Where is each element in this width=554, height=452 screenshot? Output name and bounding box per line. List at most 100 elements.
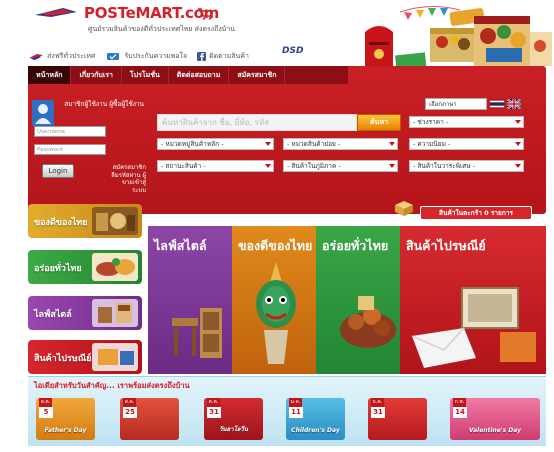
chevron-down-icon [265, 164, 271, 168]
panel-thai-food[interactable]: อร่อยทั่วไทย [316, 226, 400, 374]
promo-day: 5 [39, 407, 53, 418]
post-logo-icon [35, 8, 77, 17]
nav-tab-home[interactable]: หน้าหลัก [28, 66, 72, 84]
product-status-dropdown[interactable]: - สถานะสินค้า - [157, 160, 274, 172]
panel-postal-goods[interactable]: สินค้าไปรษณีย์ [400, 226, 546, 374]
panel-title: ไลฟ์สไตล์ [154, 238, 207, 253]
promo-card-childrens-day[interactable]: ม.ค. 11 Children's Day [286, 398, 345, 440]
promo-day: 14 [453, 407, 467, 418]
panel-title: ของดีของไทย [238, 238, 313, 253]
price-range-dropdown[interactable]: - ช่วงราคา - [409, 116, 524, 128]
nav-tab-register[interactable]: สมัครสมาชิก [229, 66, 286, 84]
language-selector: เลือกภาษา [425, 98, 521, 110]
postal-goods-illustration [411, 287, 536, 368]
quicklink-free-shipping[interactable]: ส่งฟรีทั่วประเทศ [28, 51, 95, 62]
thai-goods-thumbnail [92, 207, 138, 235]
panel-title: อร่อยทั่วไทย [322, 238, 389, 253]
tagline: ศูนย์รวมสินค้าของดีทั่วประเทศไทย ส่งตรงถ… [88, 25, 235, 33]
side-category-postal-goods[interactable]: สินค้าไปรษณีย์ [28, 340, 142, 374]
site-header: POSTeMART.com ศูนย์รวมสินค้าของดีทั่วประ… [0, 0, 554, 77]
search-input[interactable]: ค้นหาสินค้าจาก ชื่อ, ยี่ห้อ, รหัส [157, 114, 357, 131]
nav-tab-about[interactable]: เกี่ยวกับเรา [71, 66, 122, 84]
shield-icon [107, 52, 120, 60]
special-occasion-dropdown[interactable]: - สินค้าในวาระพิเศษ - [409, 160, 524, 172]
postal-goods-thumbnail [92, 343, 138, 371]
promo-caption: Children's Day [291, 427, 340, 434]
chevron-down-icon [515, 120, 521, 124]
sub-category-dropdown[interactable]: - หมวดสินค้าย่อย - [283, 138, 398, 150]
special-days-title: ไอเดียสำหรับวันสำคัญ... เราพร้อมส่งตรงถึ… [34, 381, 190, 390]
promo-month: ก.พ. [453, 398, 466, 407]
quicklink-label: ติดตามสินค้า [209, 51, 249, 60]
promo-card-valentines-day[interactable]: ก.พ. 14 Valentine's Day [450, 398, 540, 440]
main-nav: หน้าหลัก เกี่ยวกับเรา โปรโมชั่น ติดต่อสอ… [28, 66, 348, 84]
dsd-logo: DSD [282, 46, 304, 56]
promo-card-fathers-day[interactable]: ส.ค. 5 Father's Day [36, 398, 95, 440]
chevron-down-icon [515, 142, 521, 146]
register-links[interactable]: สมัครสมาชิก ลืมรหัสผ่าน ผู้ขายเข้าสู่ระบ… [108, 164, 146, 194]
cart-button[interactable]: สินค้าในตะกร้า 0 รายการ [420, 206, 532, 220]
promo-month: ส.ค. [39, 398, 52, 407]
password-input[interactable]: Password [34, 144, 106, 155]
side-category-label: ไลฟ์สไตล์ [34, 310, 72, 320]
username-input[interactable]: Username [34, 126, 106, 137]
promo-caption: Valentine's Day [468, 427, 522, 434]
side-category-lifestyle[interactable]: ไลฟ์สไตล์ [28, 296, 142, 330]
promo-month: ต.ค. [207, 398, 220, 407]
promo-day: 25 [123, 407, 137, 418]
popularity-dropdown[interactable]: - ความนิยม - [409, 138, 524, 150]
thai-flag-icon[interactable] [490, 99, 504, 109]
promo-caption: Father's Day [44, 427, 87, 434]
main-category-dropdown[interactable]: - หมวดหมู่สินค้าหลัก - [157, 138, 274, 150]
chevron-down-icon [389, 142, 395, 146]
side-category-label: ของดีของไทย [34, 218, 88, 228]
promo-month: ม.ค. [289, 398, 302, 407]
nav-tab-contact[interactable]: ติดต่อสอบถาม [169, 66, 230, 84]
furniture-illustration [172, 308, 222, 358]
promo-card-new-year[interactable]: ธ.ค. 31 [368, 398, 427, 440]
side-category-thai-goods[interactable]: ของดีของไทย [28, 204, 142, 238]
dropdown-label: - สินค้าในภูมิภาค - [287, 162, 341, 170]
dropdown-label: - หมวดหมู่สินค้าหลัก - [161, 140, 224, 148]
quicklink-label: ส่งฟรีทั่วประเทศ [47, 51, 96, 60]
login-button[interactable]: Login [42, 164, 74, 178]
nav-tab-promotion[interactable]: โปรโมชั่น [122, 66, 169, 84]
thai-snacks-illustration [340, 296, 396, 348]
dropdown-label: - ช่วงราคา - [413, 118, 449, 126]
promo-month: ธ.ค. [371, 398, 384, 407]
side-category-label: อร่อยทั่วไทย [34, 264, 82, 274]
quicklinks: ส่งฟรีทั่วประเทศ รับประกันความพอใจ ติดตา… [28, 50, 259, 62]
region-dropdown[interactable]: - สินค้าในภูมิภาค - [283, 160, 398, 172]
language-dropdown[interactable]: เลือกภาษา [425, 98, 487, 110]
parcel-box-icon [395, 201, 413, 216]
promo-card-halloween[interactable]: ต.ค. 31 วันฮาโลวีน [204, 398, 263, 440]
login-panel: สมาชิกผู้ใช้งาน ผู้ซื้อผู้ใช้งาน Usernam… [30, 98, 146, 194]
panel-lifestyle[interactable]: ไลฟ์สไตล์ [148, 226, 232, 374]
panel-title: สินค้าไปรษณีย์ [406, 238, 486, 253]
chevron-down-icon [265, 142, 271, 146]
promo-day: 11 [289, 407, 303, 418]
dropdown-label: - สถานะสินค้า - [161, 162, 206, 170]
plane-icon [29, 53, 43, 60]
thai-food-thumbnail [92, 253, 138, 281]
khon-mask-illustration [256, 262, 296, 364]
panel-thai-goods[interactable]: ของดีของไทย [232, 226, 316, 374]
quicklink-guarantee[interactable]: รับประกันความพอใจ [105, 51, 187, 62]
uk-flag-icon[interactable] [507, 99, 521, 109]
dropdown-label: - หมวดสินค้าย่อย - [287, 140, 341, 148]
dropdown-label: - สินค้าในวาระพิเศษ - [413, 162, 476, 170]
promo-card-aug-25[interactable]: ส.ค. 25 [120, 398, 179, 440]
promo-day: 31 [371, 407, 385, 418]
promo-day: 31 [207, 407, 221, 418]
promo-month: ส.ค. [123, 398, 136, 407]
search-button[interactable]: ค้นหา [357, 114, 401, 131]
login-title: สมาชิกผู้ใช้งาน ผู้ซื้อผู้ใช้งาน [64, 100, 144, 108]
side-category-thai-food[interactable]: อร่อยทั่วไทย [28, 250, 142, 284]
dropdown-label: - ความนิยม - [413, 140, 451, 148]
user-icon [32, 100, 54, 126]
cart-logo-icon [198, 8, 213, 20]
facebook-icon [197, 51, 207, 61]
promo-caption: วันฮาโลวีน [219, 426, 248, 433]
quicklink-tracking[interactable]: ติดตามสินค้า [197, 51, 249, 62]
chevron-down-icon [389, 164, 395, 168]
